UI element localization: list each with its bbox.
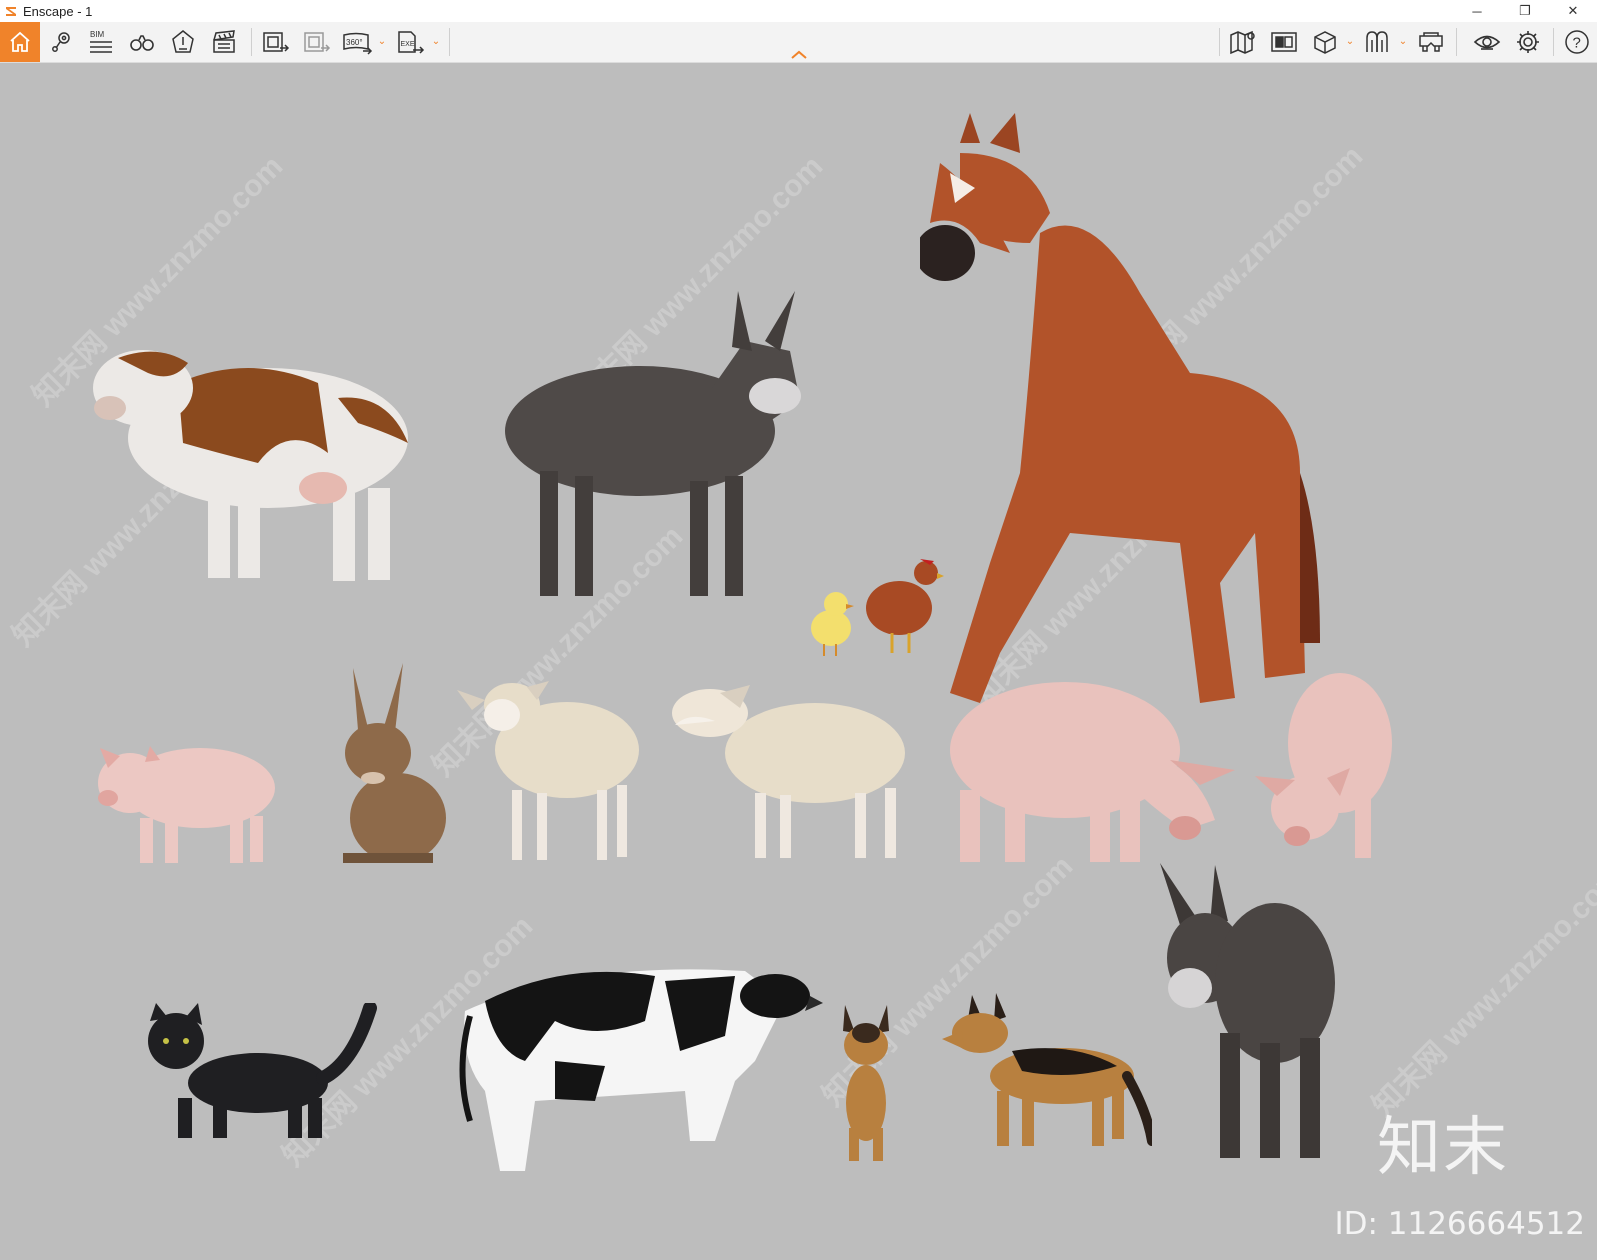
sheep-model[interactable] bbox=[457, 675, 642, 865]
enscape-logo-icon bbox=[6, 7, 16, 16]
screenshot-button[interactable] bbox=[258, 26, 292, 58]
exe-export-button[interactable]: EXE bbox=[393, 26, 427, 58]
location-pin-icon bbox=[52, 32, 70, 52]
screenshot-export-icon bbox=[263, 32, 290, 52]
cube-view-icon bbox=[1314, 31, 1336, 54]
holstein-cow-model[interactable] bbox=[455, 941, 825, 1196]
bim-button[interactable]: BIM bbox=[84, 26, 118, 58]
asset-library-icon bbox=[1271, 32, 1297, 52]
help-button[interactable]: ? bbox=[1560, 26, 1594, 58]
batch-render-icon bbox=[304, 32, 331, 52]
material-editor-button[interactable] bbox=[1361, 26, 1395, 58]
piglet-model[interactable] bbox=[90, 728, 280, 868]
bim-label: BIM bbox=[90, 30, 105, 39]
help-icon: ? bbox=[1565, 30, 1589, 54]
panorama-360-icon: 360° bbox=[343, 32, 373, 55]
restore-button[interactable]: ❐ bbox=[1501, 0, 1549, 22]
vr-headset-icon bbox=[1419, 32, 1443, 52]
material-dropdown-icon[interactable]: ⌄ bbox=[1397, 34, 1409, 48]
home-button[interactable] bbox=[0, 22, 40, 62]
material-editor-icon bbox=[1366, 31, 1388, 52]
visual-settings-button[interactable] bbox=[1470, 26, 1504, 58]
german-shepherd-model[interactable] bbox=[942, 991, 1152, 1151]
exe-export-icon: EXE bbox=[398, 31, 425, 54]
safe-frame-button[interactable] bbox=[166, 26, 200, 58]
image-id-label: ID: 1126664512 bbox=[1334, 1206, 1585, 1242]
pig-model[interactable] bbox=[1255, 668, 1395, 863]
rabbit-model[interactable] bbox=[333, 658, 448, 868]
location-button[interactable] bbox=[44, 26, 78, 58]
panorama-button[interactable]: 360° bbox=[340, 26, 374, 58]
exe-label: EXE bbox=[401, 41, 415, 48]
clapper-icon bbox=[213, 30, 235, 53]
safe-frame-icon bbox=[172, 30, 194, 53]
view-dropdown-icon[interactable]: ⌄ bbox=[1344, 34, 1356, 48]
batch-render-button[interactable] bbox=[299, 26, 333, 58]
map-button[interactable] bbox=[1226, 26, 1260, 58]
eye-visual-settings-icon bbox=[1473, 35, 1501, 50]
chick-model[interactable] bbox=[806, 588, 856, 658]
home-icon bbox=[10, 31, 30, 52]
map-icon bbox=[1230, 30, 1255, 55]
walk-mode-button[interactable] bbox=[125, 26, 159, 58]
horse-model[interactable] bbox=[920, 113, 1340, 713]
asset-library-button[interactable] bbox=[1267, 26, 1301, 58]
brown-cow-model[interactable] bbox=[88, 303, 418, 603]
panorama-dropdown-icon[interactable]: ⌄ bbox=[376, 34, 388, 48]
gear-settings-icon bbox=[1517, 31, 1539, 53]
toolbar: BIM 360° ⌄ EXE ⌄ ⌄ ⌄ ? bbox=[0, 22, 1597, 63]
panorama-label: 360° bbox=[346, 38, 363, 47]
video-editor-button[interactable] bbox=[207, 26, 241, 58]
pig-model[interactable] bbox=[945, 670, 1245, 865]
collapse-toolbar-icon[interactable] bbox=[787, 46, 811, 62]
minimize-button[interactable]: ─ bbox=[1453, 0, 1501, 22]
watermark: 知末网 www.znzmo.com bbox=[1366, 859, 1597, 1123]
bim-icon: BIM bbox=[90, 30, 112, 53]
title-bar: Enscape - 1 ─ ❐ ✕ bbox=[0, 0, 1597, 22]
brand-logo: 知末 bbox=[1377, 1111, 1509, 1185]
render-viewport[interactable]: 知末网 www.znzmo.com 知末网 www.znzmo.com 知末网 … bbox=[0, 63, 1597, 1260]
donkey-model[interactable] bbox=[500, 281, 810, 601]
vr-button[interactable] bbox=[1414, 26, 1448, 58]
settings-button[interactable] bbox=[1511, 26, 1545, 58]
binoculars-icon bbox=[130, 35, 154, 51]
donkey-model[interactable] bbox=[1160, 863, 1345, 1163]
view-cube-button[interactable] bbox=[1308, 26, 1342, 58]
exe-dropdown-icon[interactable]: ⌄ bbox=[430, 34, 442, 48]
sheep-model[interactable] bbox=[670, 673, 915, 863]
black-cat-model[interactable] bbox=[138, 1003, 378, 1143]
german-shepherd-puppy-model[interactable] bbox=[835, 1003, 897, 1163]
close-button[interactable]: ✕ bbox=[1549, 0, 1597, 22]
help-label: ? bbox=[1573, 35, 1581, 52]
window-title: Enscape - 1 bbox=[23, 3, 93, 19]
